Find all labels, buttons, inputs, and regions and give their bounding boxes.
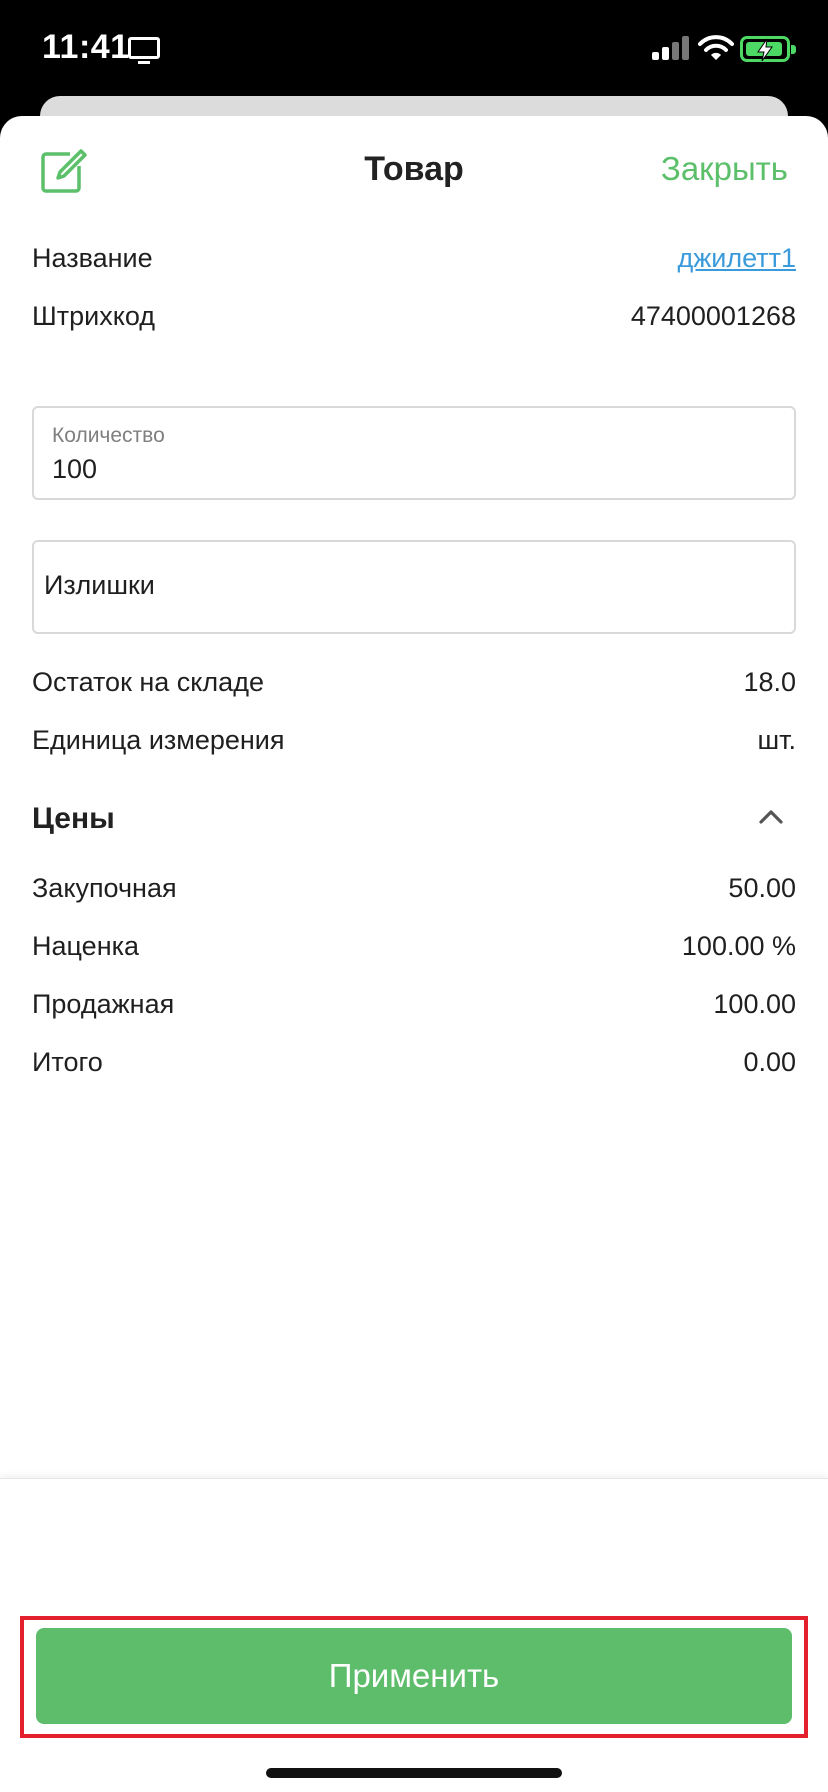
- status-bar: 11:41: [0, 0, 828, 100]
- screen-mirroring-icon: [128, 37, 160, 64]
- price-value: 50.00: [728, 872, 796, 903]
- apply-button[interactable]: Применить: [36, 1628, 792, 1724]
- home-indicator: [266, 1768, 562, 1778]
- close-button[interactable]: Закрыть: [661, 150, 788, 188]
- price-value: 0.00: [743, 1046, 796, 1077]
- unit-value: шт.: [757, 724, 796, 755]
- cellular-signal-icon: [652, 36, 690, 60]
- wifi-icon: [698, 35, 734, 60]
- status-time: 11:41: [42, 28, 130, 66]
- battery-icon: [740, 36, 796, 62]
- price-label: Наценка: [32, 930, 140, 961]
- apply-highlight-frame: Применить: [20, 1616, 808, 1738]
- price-label: Закупочная: [32, 872, 177, 903]
- surplus-value: Излишки: [44, 570, 155, 600]
- name-row: Название джилетт1: [32, 238, 796, 278]
- price-row-purchase: Закупочная 50.00: [32, 868, 796, 908]
- screen: 11:41 Товар Закрыть Название джилетт1 Шт…: [0, 0, 828, 1792]
- price-value: 100.00: [713, 988, 796, 1019]
- price-label: Итого: [32, 1046, 103, 1077]
- product-name-link[interactable]: джилетт1: [677, 243, 796, 274]
- name-label: Название: [32, 242, 153, 273]
- surplus-field[interactable]: Излишки: [32, 540, 796, 634]
- charging-bolt-icon: [757, 38, 773, 62]
- barcode-row: Штрихкод 47400001268: [32, 296, 796, 336]
- unit-label: Единица измерения: [32, 724, 285, 755]
- price-row-markup: Наценка 100.00 %: [32, 926, 796, 966]
- barcode-label: Штрихкод: [32, 300, 156, 331]
- stock-value: 18.0: [743, 666, 796, 697]
- price-row-total: Итого 0.00: [32, 1042, 796, 1082]
- price-row-sale: Продажная 100.00: [32, 984, 796, 1024]
- stock-row: Остаток на складе 18.0: [32, 662, 796, 702]
- price-value: 100.00 %: [681, 930, 796, 961]
- unit-row: Единица измерения шт.: [32, 720, 796, 760]
- price-label: Продажная: [32, 988, 175, 1019]
- quantity-field[interactable]: Количество 100: [32, 406, 796, 500]
- stock-label: Остаток на складе: [32, 666, 264, 697]
- prices-section-title: Цены: [32, 802, 115, 835]
- chevron-up-icon[interactable]: [758, 804, 784, 830]
- quantity-label: Количество: [52, 424, 165, 447]
- quantity-value[interactable]: 100: [52, 454, 97, 485]
- barcode-value: 47400001268: [630, 300, 796, 331]
